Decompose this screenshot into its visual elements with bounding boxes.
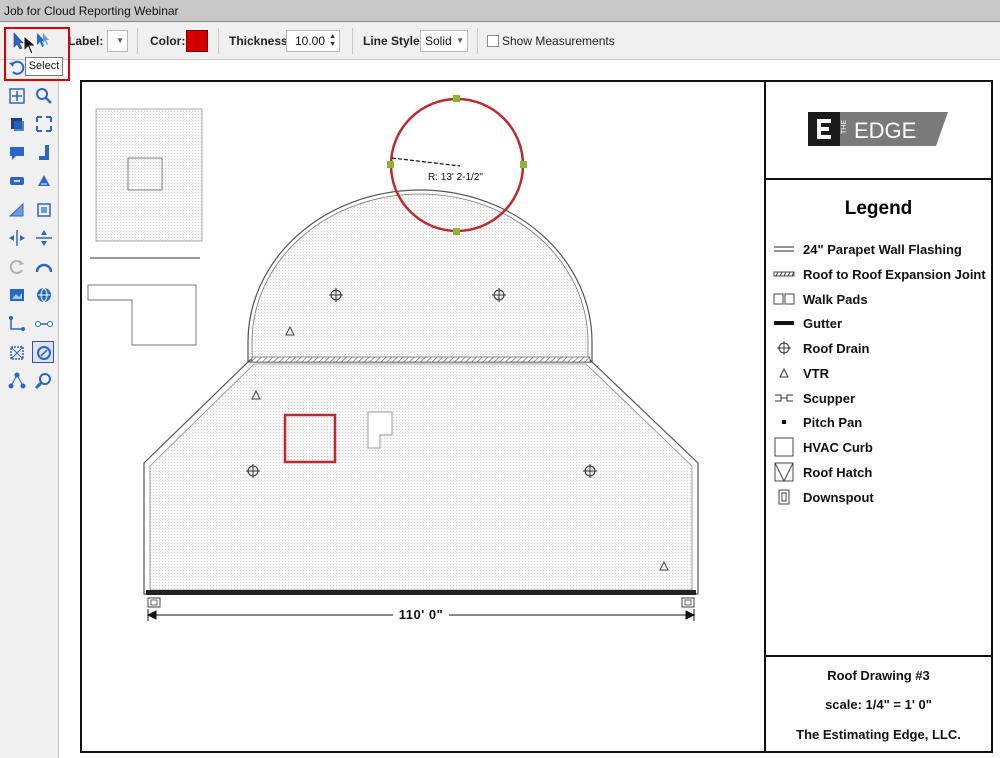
roof-section-main[interactable]: [143, 359, 699, 595]
expansion-joint-icon: [772, 264, 796, 284]
arc-icon[interactable]: [33, 256, 55, 278]
roof-drain-icon: [772, 338, 796, 358]
globe-icon[interactable]: [33, 284, 55, 306]
downspout-right[interactable]: [681, 597, 695, 608]
ramp-icon[interactable]: [6, 199, 28, 221]
downspout-icon: [772, 487, 796, 507]
crop-icon[interactable]: [6, 342, 28, 364]
fit-view-icon[interactable]: [6, 85, 28, 107]
roof-section-dome[interactable]: [247, 189, 593, 363]
thickness-value: 10.00: [295, 34, 326, 48]
resize-handle-bottom[interactable]: [453, 228, 460, 235]
legend-item-roof-hatch: Roof Hatch: [772, 462, 872, 482]
legend-item-parapet: 24" Parapet Wall Flashing: [772, 239, 962, 259]
resize-handle-left[interactable]: [387, 161, 394, 168]
resize-handle-right[interactable]: [520, 161, 527, 168]
tool-palette: [0, 60, 59, 758]
comment-icon[interactable]: [6, 142, 28, 164]
pitch-pan-icon: [772, 412, 796, 432]
divide-icon[interactable]: [33, 227, 55, 249]
thickness-field-label: Thickness:: [229, 34, 292, 48]
line-style-value: Solid: [425, 34, 452, 48]
legend-item-downspout: Downspout: [772, 487, 874, 507]
company-name: The Estimating Edge, LLC.: [796, 727, 961, 742]
the-edge-logo: THE EDGE: [808, 112, 948, 146]
rotate-icon[interactable]: [6, 256, 28, 278]
network-icon[interactable]: [6, 370, 28, 392]
svg-text:THE: THE: [841, 120, 848, 134]
legend-item-pitch-pan: Pitch Pan: [772, 412, 862, 432]
hvac-curb-icon: [772, 437, 796, 457]
show-measurements-label: Show Measurements: [502, 34, 615, 48]
legend-item-gutter: Gutter: [772, 313, 842, 333]
zoom-icon[interactable]: [33, 85, 55, 107]
drawing-scale: scale: 1/4" = 1' 0": [825, 697, 932, 712]
window-title-bar: Job for Cloud Reporting Webinar: [0, 0, 1000, 22]
downspout-left[interactable]: [147, 597, 161, 608]
gutter-icon: [772, 313, 796, 333]
window-title: Job for Cloud Reporting Webinar: [4, 4, 179, 18]
label-dropdown[interactable]: ▼: [107, 30, 128, 52]
expansion-joint[interactable]: [251, 356, 591, 363]
drawing-name: Roof Drawing #3: [827, 668, 930, 683]
line-style-field-label: Line Style:: [363, 34, 424, 48]
svg-text:EDGE: EDGE: [854, 118, 916, 143]
roof-hatch-icon: [772, 462, 796, 482]
split-icon[interactable]: [6, 227, 28, 249]
overview-thumbnail[interactable]: [95, 108, 203, 242]
legend-item-expansion-joint: Roof to Roof Expansion Joint: [772, 264, 986, 284]
legend-title: Legend: [844, 198, 913, 219]
layer-icon[interactable]: [6, 113, 28, 135]
label-field-label: Label:: [68, 34, 104, 48]
dimension-label: 110' 0": [393, 607, 449, 623]
line-style-dropdown[interactable]: Solid ▼: [420, 30, 468, 52]
show-measurements-checkbox[interactable]: [487, 35, 499, 47]
line-tool-icon[interactable]: [33, 313, 55, 335]
gutter[interactable]: [146, 590, 696, 595]
color-field-label: Color:: [150, 34, 186, 48]
chevron-down-icon: ▼: [116, 36, 124, 45]
square-tool-icon[interactable]: [33, 199, 55, 221]
vtr-icon: [772, 363, 796, 383]
scupper-tool-icon[interactable]: [6, 170, 28, 192]
expand-icon[interactable]: [33, 113, 55, 135]
target-icon[interactable]: [32, 341, 54, 363]
property-toolbar: Label: ▼ Color: Thickness: 10.00 ▲ ▼ Line…: [0, 22, 1000, 60]
scupper-icon: [772, 388, 796, 408]
thickness-stepper[interactable]: 10.00 ▲ ▼: [286, 30, 340, 52]
roof-drawing[interactable]: [80, 80, 764, 753]
legend-item-roof-drain: Roof Drain: [772, 338, 869, 358]
chevron-down-icon: ▼: [456, 36, 464, 45]
legend-item-scupper: Scupper: [772, 388, 855, 408]
spinner-icon[interactable]: ▲ ▼: [329, 33, 336, 49]
parapet-icon: [772, 239, 796, 259]
color-swatch[interactable]: [186, 30, 208, 52]
polyline-icon[interactable]: [6, 313, 28, 335]
legend-item-hvac-curb: HVAC Curb: [772, 437, 873, 457]
magnifier-icon[interactable]: [33, 370, 55, 392]
legend-item-vtr: VTR: [772, 363, 829, 383]
radius-label: R: 13' 2-1/2": [428, 172, 483, 183]
legend-item-walk-pads: Walk Pads: [772, 289, 868, 309]
drain-tool-icon[interactable]: [33, 142, 55, 164]
resize-handle-top[interactable]: [453, 95, 460, 102]
select-tooltip: Select: [25, 57, 63, 76]
mouse-cursor-icon: [23, 35, 37, 55]
image-icon[interactable]: [6, 284, 28, 306]
fill-icon[interactable]: [33, 170, 55, 192]
walk-pads-icon: [772, 289, 796, 309]
